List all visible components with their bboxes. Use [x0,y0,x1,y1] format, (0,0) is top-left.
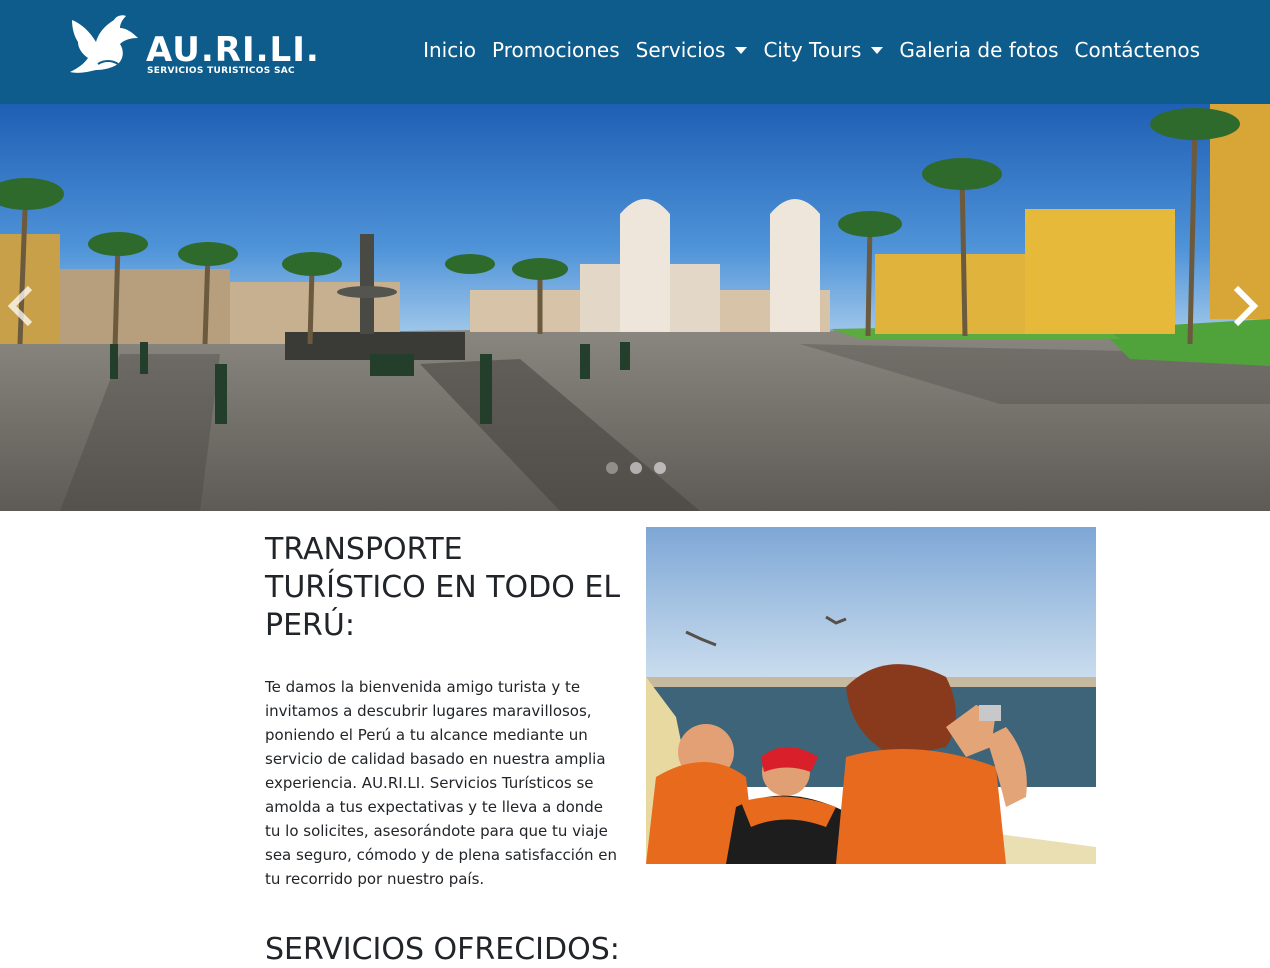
caret-down-icon [735,46,748,54]
services-title: SERVICIOS OFRECIDOS: [265,932,620,967]
main-nav: Inicio Promociones Servicios City Tours … [407,38,1200,62]
nav-label: Inicio [423,38,476,62]
hero-carousel [0,104,1270,511]
nav-label: Servicios [635,38,726,62]
main-content: TRANSPORTE TURÍSTICO EN TODO EL PERÚ: Te… [0,511,1270,968]
nav-item-contactenos[interactable]: Contáctenos [1075,38,1200,62]
carousel-indicator-3[interactable] [654,462,666,474]
nav-item-galeria[interactable]: Galeria de fotos [899,38,1058,62]
tourists-boat-image [646,527,1096,864]
eagle-icon [70,15,138,73]
nav-item-servicios[interactable]: Servicios [636,38,748,62]
nav-item-promociones[interactable]: Promociones [492,38,620,62]
brand-logo[interactable]: AU.RI.LI. SERVICIOS TURISTICOS SAC [68,14,319,80]
chevron-right-icon [1233,285,1259,327]
intro-photo [646,527,1096,864]
carousel-indicator-2[interactable] [630,462,642,474]
nav-label: Promociones [492,38,620,62]
nav-label: City Tours [763,38,862,62]
brand-name: AU.RI.LI. [146,30,320,70]
intro-text: Te damos la bienvenida amigo turista y t… [265,678,618,888]
nav-item-city-tours[interactable]: City Tours [763,38,884,62]
carousel-indicator-1[interactable] [606,462,618,474]
intro-title: TRANSPORTE TURÍSTICO EN TODO EL PERÚ: [265,532,621,643]
brand-tagline: SERVICIOS TURISTICOS SAC [147,66,295,76]
caret-down-icon [871,46,884,54]
carousel-indicators [600,462,672,474]
nav-label: Contáctenos [1074,38,1200,62]
carousel-prev-button[interactable] [2,284,42,328]
chevron-left-icon [7,285,33,327]
nav-item-inicio[interactable]: Inicio [423,38,476,62]
nav-label: Galeria de fotos [899,38,1059,62]
carousel-next-button[interactable] [1224,284,1264,328]
navbar: AU.RI.LI. SERVICIOS TURISTICOS SAC Inici… [0,0,1270,104]
carousel-slide-image [0,104,1270,511]
